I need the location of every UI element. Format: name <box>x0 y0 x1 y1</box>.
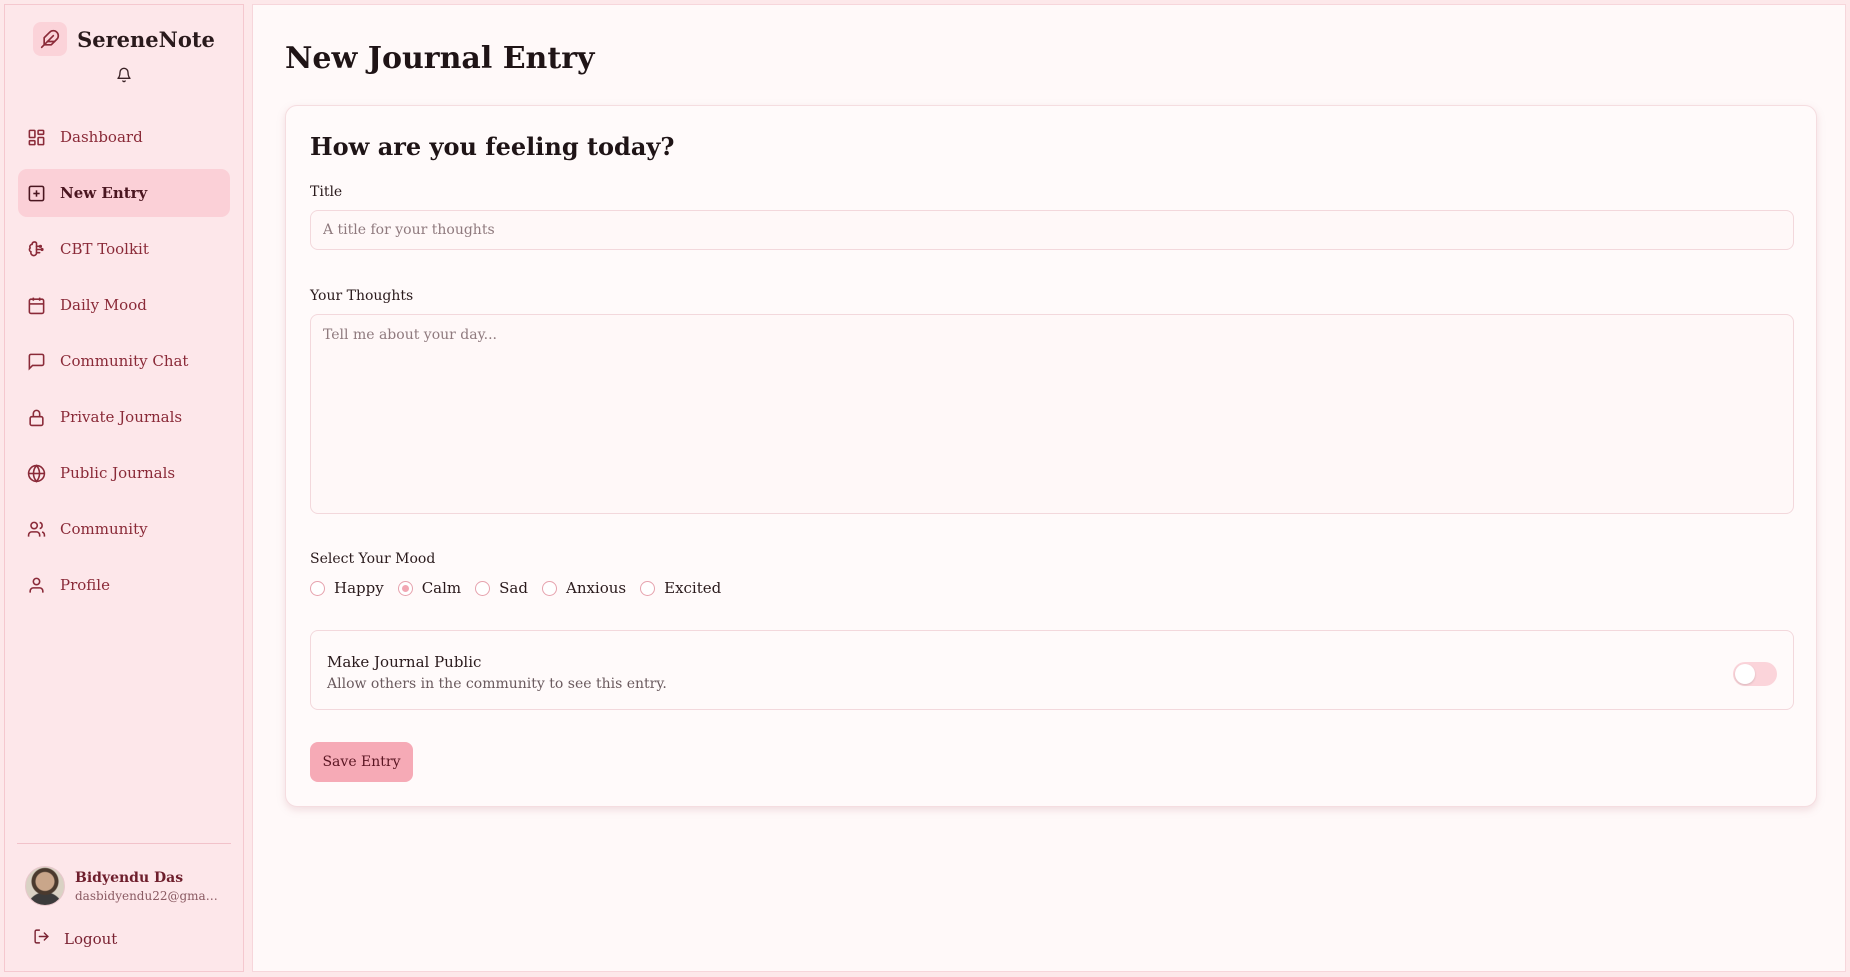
mood-option-label: Anxious <box>565 579 627 597</box>
logout-label: Logout <box>64 929 118 948</box>
logout-icon <box>33 928 50 949</box>
sidebar-item-label: New Entry <box>60 184 148 202</box>
public-setting-title: Make Journal Public <box>327 653 482 671</box>
title-input[interactable] <box>310 210 1794 250</box>
radio-button[interactable] <box>640 580 656 596</box>
radio-button[interactable] <box>310 580 325 596</box>
sidebar-item-label: Community Chat <box>60 352 189 370</box>
public-setting-panel: Make Journal Public Allow others in the … <box>310 630 1794 710</box>
sidebar-item-daily-mood[interactable]: Daily Mood <box>18 281 230 329</box>
toggle-knob <box>1735 664 1755 684</box>
mood-radio-group: Happy Calm Sad Anxious Excited <box>310 579 721 597</box>
mood-option-label: Calm <box>421 579 462 597</box>
mood-option-label: Happy <box>334 579 384 597</box>
journal-entry-form: How are you feeling today? Title Your Th… <box>285 105 1817 807</box>
save-entry-button[interactable]: Save Entry <box>310 742 413 782</box>
user-name: Bidyendu Das <box>75 869 184 886</box>
notification-bell-icon[interactable] <box>5 67 243 87</box>
sidebar-item-profile[interactable]: Profile <box>18 561 230 609</box>
mood-option-label: Excited <box>664 579 722 597</box>
mood-label: Select Your Mood <box>310 551 436 567</box>
globe-icon <box>26 463 46 483</box>
calendar-icon <box>26 295 46 315</box>
chat-icon <box>26 351 46 371</box>
mood-option-sad[interactable]: Sad <box>475 579 528 597</box>
public-setting-description: Allow others in the community to see thi… <box>327 676 667 692</box>
user-email: dasbidyendu22@gmail.com <box>75 888 220 903</box>
sidebar-item-label: Dashboard <box>60 128 143 146</box>
sidebar-item-label: Community <box>60 520 148 538</box>
sidebar-item-label: Daily Mood <box>60 296 147 314</box>
sidebar-item-community-chat[interactable]: Community Chat <box>18 337 230 385</box>
logout-button[interactable]: Logout <box>17 928 231 949</box>
users-icon <box>26 519 46 539</box>
mood-option-excited[interactable]: Excited <box>640 579 721 597</box>
thoughts-textarea[interactable] <box>310 314 1794 514</box>
feather-icon <box>33 22 68 56</box>
avatar <box>25 866 65 906</box>
brand[interactable]: SereneNote <box>5 21 243 57</box>
sidebar-item-label: CBT Toolkit <box>60 240 149 258</box>
radio-button[interactable] <box>541 580 557 596</box>
mood-option-happy[interactable]: Happy <box>310 579 384 597</box>
page-title: New Journal Entry <box>285 41 595 76</box>
radio-button-checked[interactable] <box>397 580 413 596</box>
sidebar-item-cbt-toolkit[interactable]: CBT Toolkit <box>18 225 230 273</box>
mood-option-anxious[interactable]: Anxious <box>541 579 627 597</box>
lock-icon <box>26 407 46 427</box>
user-profile-card[interactable]: Bidyendu Das dasbidyendu22@gmail.com <box>17 866 231 906</box>
sidebar-item-label: Public Journals <box>60 464 176 482</box>
public-toggle[interactable] <box>1733 662 1777 686</box>
mood-option-calm[interactable]: Calm <box>397 579 462 597</box>
main-content: New Journal Entry How are you feeling to… <box>252 4 1846 972</box>
radio-button[interactable] <box>475 580 491 596</box>
brand-name: SereneNote <box>77 26 215 52</box>
sidebar-nav: Dashboard New Entry CBT Toolkit Daily Mo… <box>5 113 243 617</box>
thoughts-label: Your Thoughts <box>310 288 414 304</box>
sidebar-item-dashboard[interactable]: Dashboard <box>18 113 230 161</box>
sidebar-item-label: Profile <box>60 576 110 594</box>
form-heading: How are you feeling today? <box>310 132 675 161</box>
sidebar-item-new-entry[interactable]: New Entry <box>18 169 230 217</box>
mood-option-label: Sad <box>499 579 528 597</box>
dashboard-icon <box>26 127 46 147</box>
sidebar-item-community[interactable]: Community <box>18 505 230 553</box>
user-icon <box>26 575 46 595</box>
sidebar: SereneNote Dashboard New Entry CBT Toolk… <box>4 4 244 972</box>
plus-square-icon <box>26 183 46 203</box>
brain-icon <box>26 239 46 259</box>
sidebar-item-label: Private Journals <box>60 408 183 426</box>
sidebar-item-public-journals[interactable]: Public Journals <box>18 449 230 497</box>
sidebar-item-private-journals[interactable]: Private Journals <box>18 393 230 441</box>
sidebar-footer: Bidyendu Das dasbidyendu22@gmail.com Log… <box>17 843 231 971</box>
title-label: Title <box>310 184 343 200</box>
